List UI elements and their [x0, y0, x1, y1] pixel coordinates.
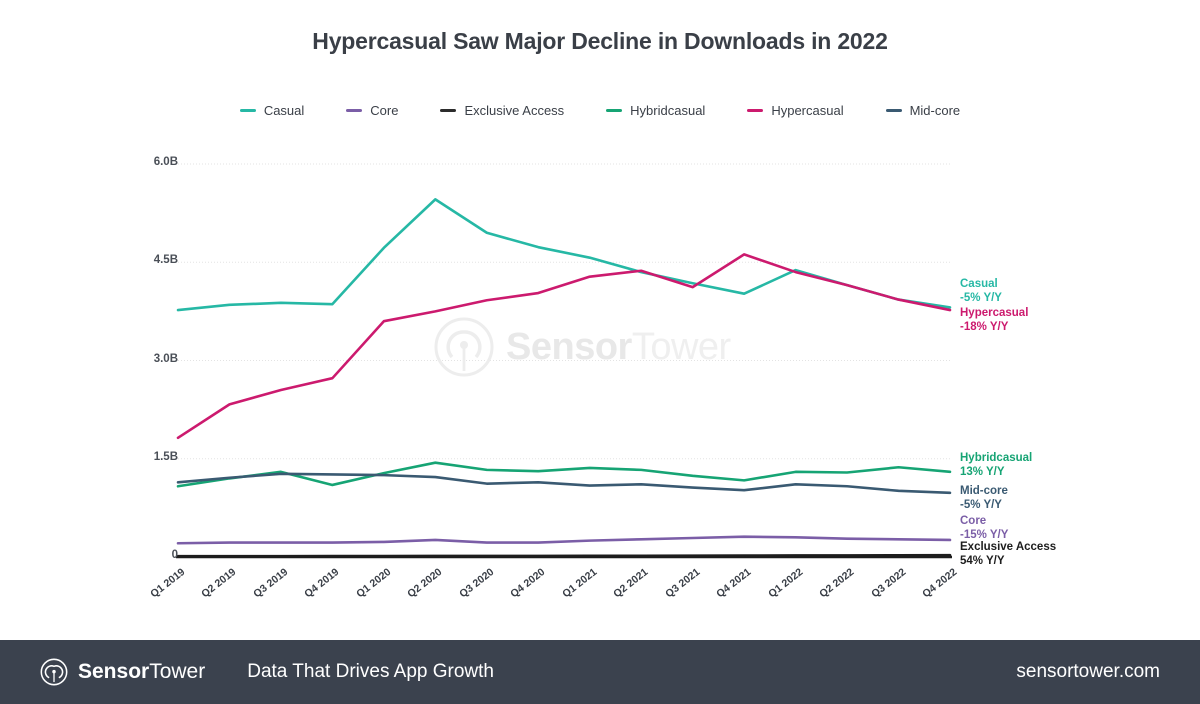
series-annotation-mid-core: Mid-core -5% Y/Y	[960, 485, 1008, 512]
series-annotation-casual: Casual -5% Y/Y	[960, 278, 1002, 305]
series-annotation-exclusive-access: Exclusive Access 54% Y/Y	[960, 541, 1056, 568]
annotation-series-name: Exclusive Access	[960, 541, 1057, 553]
annotation-series-value: -5% Y/Y	[960, 291, 1002, 304]
y-axis-tick-label: 1.5B	[153, 450, 178, 463]
annotation-series-value: -5% Y/Y	[960, 498, 1002, 511]
footer-url[interactable]: sensortower.com	[1016, 661, 1160, 683]
plot-area: 0 1.5B 3.0B 4.5B 6.0B Q1 2019 Q2 2019 Q3 2019 Q4…	[0, 0, 1200, 640]
annotation-series-value: 54% Y/Y	[960, 554, 1005, 567]
annotation-series-value: -15% Y/Y	[960, 528, 1009, 541]
annotation-series-name: Casual	[960, 278, 998, 290]
series-line-core[interactable]	[176, 535, 952, 545]
footer-brand: SensorTower	[78, 660, 206, 683]
sensor-tower-logo-icon	[40, 658, 68, 686]
y-axis-tick-label: 0	[171, 549, 178, 561]
series-line-casual[interactable]	[176, 198, 952, 312]
series-line-exclusive-access[interactable]	[176, 553, 952, 558]
footer-tagline: Data That Drives App Growth	[247, 661, 494, 682]
annotation-series-value: -18% Y/Y	[960, 320, 1009, 333]
annotation-series-name: Mid-core	[960, 485, 1008, 497]
annotation-series-value: 13% Y/Y	[960, 465, 1005, 478]
y-axis-tick-label: 4.5B	[153, 254, 178, 267]
footer-bar: SensorTower Data That Drives App Growth …	[0, 640, 1200, 704]
series-annotation-hypercasual: Hypercasual -18% Y/Y	[960, 307, 1028, 334]
footer-brand-group: SensorTower Data That Drives App Growth	[40, 658, 494, 686]
annotation-series-name: Hypercasual	[960, 307, 1029, 319]
annotation-series-name: Hybridcasual	[960, 452, 1033, 464]
series-line-hypercasual[interactable]	[176, 253, 952, 440]
series-annotation-core: Core -15% Y/Y	[960, 515, 1008, 542]
annotation-series-name: Core	[960, 515, 987, 527]
chart-page: Hypercasual Saw Major Decline in Downloa…	[0, 0, 1200, 704]
y-axis-tick-label: 3.0B	[153, 352, 178, 365]
y-axis-tick-label: 6.0B	[153, 156, 178, 168]
series-line-mid-core[interactable]	[176, 472, 952, 495]
series-annotation-hybridcasual: Hybridcasual 13% Y/Y	[960, 452, 1032, 479]
